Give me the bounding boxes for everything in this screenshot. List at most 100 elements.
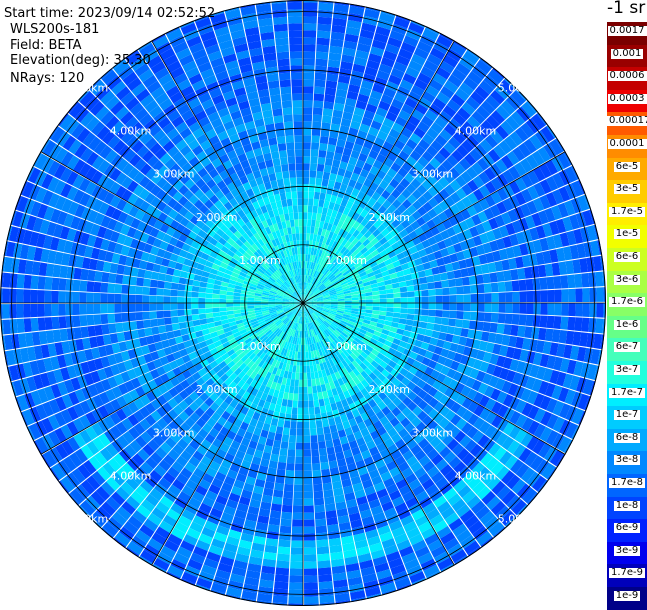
ppi-bin xyxy=(136,320,144,329)
ppi-bin xyxy=(460,328,468,337)
ppi-bin xyxy=(304,526,315,533)
ppi-bin xyxy=(87,315,95,326)
ppi-bin xyxy=(443,303,450,310)
ppi-bin xyxy=(400,313,408,319)
ppi-bin xyxy=(292,520,303,527)
ppi-bin xyxy=(540,290,547,302)
ppi-bin xyxy=(407,308,414,314)
ppi-bin xyxy=(524,267,532,279)
ppi-bin xyxy=(191,292,198,298)
ppi-bin xyxy=(554,303,561,316)
ppi-bin xyxy=(540,303,547,315)
ppi-bin xyxy=(496,271,504,282)
ppi-bin xyxy=(407,314,415,320)
ppi-bin xyxy=(311,372,315,379)
ppi-bin xyxy=(212,308,219,313)
ppi-bin xyxy=(281,512,292,520)
ppi-bin xyxy=(79,304,86,315)
ppi-bin xyxy=(165,274,173,282)
ppi-bin xyxy=(23,304,30,318)
ppi-bin xyxy=(226,303,233,307)
ppi-bin xyxy=(30,290,37,303)
ppi-bin xyxy=(490,323,498,333)
ppi-bin xyxy=(327,411,334,419)
ppi-bin xyxy=(296,436,303,443)
ppi-bin xyxy=(303,156,310,163)
ppi-bin xyxy=(303,373,307,380)
ppi-bin xyxy=(477,312,485,321)
ppi-bin xyxy=(303,30,316,37)
ppi-bin xyxy=(379,290,386,295)
ppi-bin xyxy=(450,303,457,310)
ppi-bin xyxy=(517,268,525,280)
ppi-bin xyxy=(205,303,212,308)
ppi-bin xyxy=(394,303,401,308)
ppi-bin xyxy=(448,318,456,326)
ppi-bin xyxy=(303,247,306,254)
ppi-bin xyxy=(304,554,317,561)
ppi-bin xyxy=(278,546,291,554)
ppi-bin xyxy=(142,304,149,312)
ppi-bin xyxy=(156,304,163,311)
ppi-bin xyxy=(272,496,283,504)
ppi-bin xyxy=(470,285,478,294)
ppi-bin xyxy=(219,303,226,307)
ppi-bin xyxy=(440,272,448,280)
ppi-bin xyxy=(462,320,470,329)
ppi-bin xyxy=(304,505,314,512)
ppi-bin xyxy=(142,312,150,320)
ppi-bin xyxy=(310,227,314,234)
ppi-bin xyxy=(425,329,433,337)
ppi-plot: 1.00km1.00km1.00km1.00km2.00km2.00km2.00… xyxy=(0,0,607,607)
ppi-bin xyxy=(408,297,415,302)
ppi-bin xyxy=(554,289,561,302)
ppi-bin xyxy=(205,298,212,303)
ppi-bin xyxy=(273,411,280,419)
ppi-bin xyxy=(121,313,129,322)
ppi-bin xyxy=(45,317,53,330)
ppi-bin xyxy=(240,297,247,300)
ppi-bin xyxy=(399,318,407,324)
ppi-bin xyxy=(401,303,408,308)
ppi-bin xyxy=(485,303,492,312)
ppi-bin xyxy=(275,567,289,575)
ppi-bin xyxy=(157,281,165,289)
ppi-bin xyxy=(588,272,596,287)
ppi-bin xyxy=(121,285,129,294)
ppi-bin xyxy=(568,289,575,302)
ppi-bin xyxy=(366,296,373,300)
ppi-bin xyxy=(524,326,532,338)
ppi-bin xyxy=(392,283,400,289)
ppi-bin xyxy=(327,67,339,75)
ppi-bin xyxy=(115,323,123,333)
ppi-bin xyxy=(298,401,303,408)
ppi-bin xyxy=(101,314,109,324)
ppi-bin xyxy=(386,293,393,298)
ppi-bin xyxy=(240,300,247,303)
ppi-bin xyxy=(312,463,321,471)
ppi-bin xyxy=(135,304,142,312)
ppi-bin xyxy=(303,128,312,135)
ppi-bin xyxy=(312,128,321,136)
ppi-bin xyxy=(318,157,326,165)
ppi-bin xyxy=(247,297,254,300)
ppi-bin xyxy=(80,280,88,291)
ppi-bin xyxy=(164,317,172,325)
ppi-bin xyxy=(212,303,219,307)
ppi-bin xyxy=(172,276,180,283)
ppi-bin xyxy=(510,269,518,280)
ppi-bin xyxy=(170,290,177,297)
ppi-bin xyxy=(292,513,303,520)
ppi-bin xyxy=(206,318,214,324)
ppi-bin xyxy=(72,292,79,303)
ppi-bin xyxy=(582,303,589,317)
ppi-bin xyxy=(199,314,207,320)
ppi-bin xyxy=(320,406,326,414)
ppi-bin xyxy=(192,286,200,292)
ppi-bin xyxy=(271,418,278,426)
ppi-bin xyxy=(299,373,303,380)
ppi-bin xyxy=(170,310,177,317)
ppi-bin xyxy=(16,289,23,303)
ppi-bin xyxy=(457,295,464,303)
ppi-bin xyxy=(135,286,143,295)
